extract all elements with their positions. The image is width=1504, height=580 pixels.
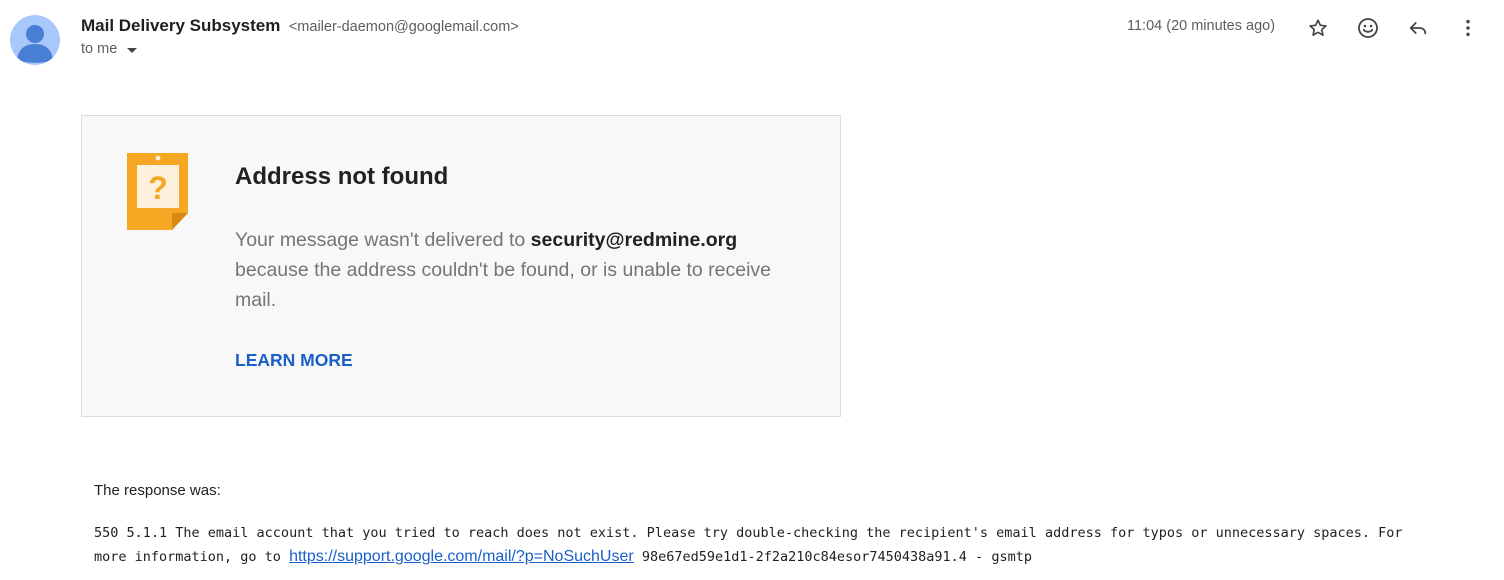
sender-block: Mail Delivery Subsystem <mailer-daemon@g… <box>81 15 519 57</box>
note-question-icon: ? <box>127 153 189 236</box>
sender-name[interactable]: Mail Delivery Subsystem <box>81 16 280 35</box>
learn-more-link[interactable]: LEARN MORE <box>235 350 353 371</box>
reply-icon <box>1409 22 1427 35</box>
sender-email: <mailer-daemon@googlemail.com> <box>288 19 519 35</box>
card-title: Address not found <box>235 163 449 190</box>
add-reaction-button[interactable] <box>1347 14 1389 42</box>
card-message-prefix: Your message wasn't delivered to <box>235 229 531 251</box>
support-link[interactable]: https://support.google.com/mail/?p=NoSuc… <box>289 548 634 565</box>
svg-text:?: ? <box>148 170 168 206</box>
server-response: 550 5.1.1 The email account that you tri… <box>94 522 1424 569</box>
more-options-button[interactable] <box>1447 14 1489 42</box>
response-label: The response was: <box>94 482 221 499</box>
delivery-failure-card: ? Address not found Your message wasn't … <box>81 115 841 417</box>
recipient-details-toggle[interactable]: to me <box>81 41 138 57</box>
star-icon <box>1309 19 1327 36</box>
message-timestamp: 11:04 (20 minutes ago) <box>1127 18 1276 34</box>
message-actions <box>1297 14 1489 42</box>
email-message-view: Mail Delivery Subsystem <mailer-daemon@g… <box>0 0 1504 580</box>
recipient-label: to me <box>81 41 118 57</box>
failed-recipient-address: security@redmine.org <box>530 229 738 251</box>
more-options-icon <box>1466 19 1470 37</box>
response-text-suffix: 98e67ed59e1d1-2f2a210c84esor7450438a91.4… <box>633 549 1032 565</box>
card-message: Your message wasn't delivered to securit… <box>235 225 805 315</box>
emoji-reaction-icon <box>1358 18 1378 38</box>
card-message-suffix: because the address couldn't be found, o… <box>235 259 771 311</box>
chevron-down-icon[interactable] <box>127 47 138 53</box>
sender-avatar[interactable] <box>10 15 60 65</box>
reply-button[interactable] <box>1397 14 1439 42</box>
star-button[interactable] <box>1297 14 1339 42</box>
